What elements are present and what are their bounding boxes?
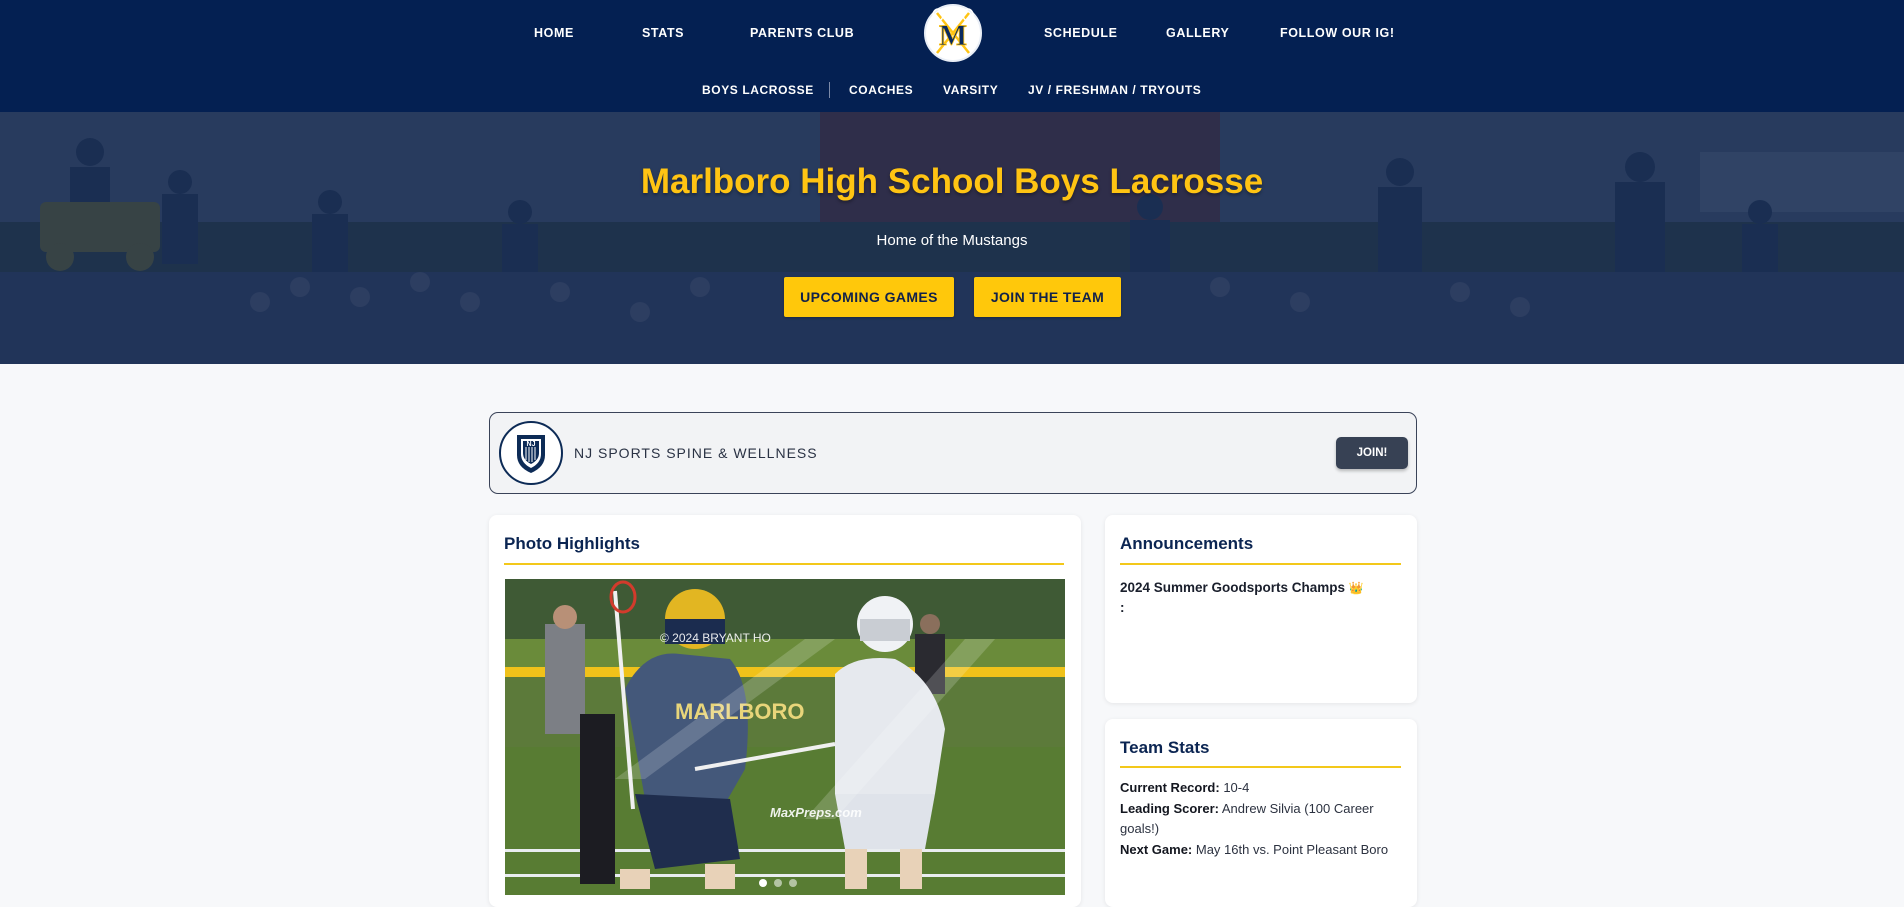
logo-letter: M [939,19,967,52]
nav-parents-club[interactable]: PARENTS CLUB [750,26,854,40]
team-stats-card: Team Stats Current Record: 10-4 Leading … [1105,719,1417,907]
stat-next-game: Next Game: May 16th vs. Point Pleasant B… [1120,841,1389,857]
announcements-card: Announcements 2024 Summer Goodsports Cha… [1105,515,1417,703]
hero-banner: Marlboro High School Boys Lacrosse Home … [0,112,1904,364]
subnav-coaches[interactable]: COACHES [849,83,913,97]
stat-leading-scorer: Leading Scorer: Andrew Silvia (100 Caree… [1120,800,1374,837]
crown-icon: 👑 [1348,581,1364,595]
nav-follow-instagram[interactable]: FOLLOW OUR IG! [1280,26,1395,40]
photo-highlights-title: Photo Highlights [504,534,640,553]
photo-credit: MaxPreps.com [770,805,862,820]
nav-stats[interactable]: STATS [642,26,684,40]
upcoming-games-button[interactable]: UPCOMING GAMES [784,277,954,317]
announcement-trailing: : [1120,600,1125,615]
mustangs-logo[interactable]: M [924,4,982,62]
team-stats-title: Team Stats [1120,738,1210,757]
subnav-boys-lacrosse[interactable]: BOYS LACROSSE [702,83,814,97]
subnav-divider [829,82,830,98]
carousel-dot-3[interactable] [789,879,797,887]
team-stats-list: Current Record: 10-4 Leading Scorer: And… [1120,778,1405,860]
sponsor-join-button[interactable]: JOIN! [1336,437,1408,469]
subnav-jv-freshman-tryouts[interactable]: JV / FRESHMAN / TRYOUTS [1028,83,1201,97]
sponsor-name: NJ SPORTS SPINE & WELLNESS [574,445,818,461]
carousel-dots [759,879,797,887]
announcement-item: 2024 Summer Goodsports Champs 👑 : [1120,578,1364,618]
join-the-team-button[interactable]: JOIN THE TEAM [974,277,1121,317]
photo-carousel[interactable]: MARLBORO © 2024 BRYANT HO MaxPreps.com [505,579,1065,895]
subnav-varsity[interactable]: VARSITY [943,83,998,97]
photo-highlights-divider [504,563,1064,565]
shield-icon: NJ [517,435,545,473]
announcement-text: 2024 Summer Goodsports Champs [1120,580,1346,595]
team-stats-divider [1120,766,1401,768]
nav-home[interactable]: HOME [534,26,574,40]
announcements-divider [1120,563,1401,565]
lacrosse-action-photo: MARLBORO © 2024 BRYANT HO MaxPreps.com [505,579,1065,895]
carousel-dot-1[interactable] [759,879,767,887]
announcements-title: Announcements [1120,534,1254,553]
hero-title: Marlboro High School Boys Lacrosse [640,162,1264,201]
hero-subtitle: Home of the Mustangs [876,232,1028,249]
nav-schedule[interactable]: SCHEDULE [1044,26,1118,40]
sponsor-logo: NJ [499,421,563,485]
sponsor-banner: NJ NJ SPORTS SPINE & WELLNESS JOIN! [489,412,1417,494]
lacrosse-sticks-icon: M [932,8,974,54]
stat-current-record: Current Record: 10-4 [1120,780,1250,795]
top-nav: HOME STATS PARENTS CLUB M SCHEDULE GALLE… [0,0,1904,112]
carousel-dot-2[interactable] [774,879,782,887]
photo-watermark: © 2024 BRYANT HO [660,631,771,645]
nav-gallery[interactable]: GALLERY [1166,26,1229,40]
sponsor-logo-text: NJ [527,441,536,448]
photo-highlights-card: Photo Highlights MARLBORO © 2024 BRYANT … [489,515,1081,907]
